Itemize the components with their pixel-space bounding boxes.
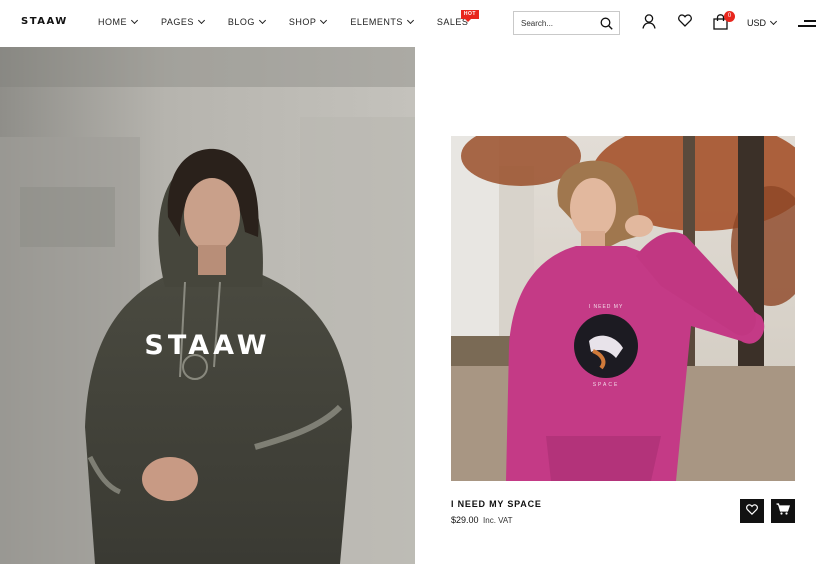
site-logo[interactable]: STAAW	[21, 16, 68, 27]
product-photo: I NEED MY SPACE	[451, 136, 795, 481]
search-input[interactable]	[514, 18, 594, 28]
chevron-down-icon	[769, 17, 778, 26]
product-image[interactable]: I NEED MY SPACE	[451, 136, 795, 481]
hero-image	[0, 47, 415, 564]
nav-label: HOME	[98, 17, 127, 27]
hero-title: STAAW	[144, 330, 271, 361]
hoodie-print-top: I NEED MY	[589, 304, 624, 310]
nav-item-home[interactable]: HOME	[98, 16, 139, 27]
nav-label: BLOG	[227, 17, 255, 27]
nav-label: ELEMENTS	[350, 17, 403, 27]
search-box	[513, 11, 620, 35]
search-icon[interactable]	[600, 17, 613, 35]
cart-icon	[776, 502, 791, 520]
tax-note: Inc. VAT	[483, 516, 513, 525]
hero-banner[interactable]: STAAW	[0, 47, 415, 564]
currency-label: USD	[747, 18, 767, 28]
product-price: $29.00	[451, 515, 479, 525]
nav-item-sales[interactable]: SALES HOT	[437, 10, 479, 27]
nav-item-blog[interactable]: BLOG	[227, 16, 266, 27]
hot-badge: HOT	[460, 10, 479, 22]
chevron-down-icon	[258, 16, 266, 25]
add-to-wishlist-button[interactable]	[740, 499, 764, 523]
nav-label: PAGES	[161, 17, 194, 27]
nav-item-shop[interactable]: SHOP	[288, 16, 328, 27]
currency-selector[interactable]: USD	[747, 17, 778, 28]
product-name[interactable]: I NEED MY SPACE	[451, 499, 542, 509]
hoodie-print-bottom: SPACE	[593, 382, 620, 388]
nav-item-elements[interactable]: ELEMENTS	[350, 16, 414, 27]
user-icon[interactable]	[642, 14, 656, 34]
chevron-down-icon	[197, 16, 205, 25]
cart-count-badge: 0	[724, 11, 735, 22]
add-to-cart-button[interactable]	[771, 499, 795, 523]
chevron-down-icon	[406, 16, 414, 25]
main-nav: HOME PAGES BLOG SHOP ELEMENTS SALES HOT	[98, 10, 492, 27]
chevron-down-icon	[130, 16, 139, 25]
site-header: STAAW HOME PAGES BLOG SHOP ELEMENTS SALE…	[0, 0, 830, 47]
chevron-down-icon	[320, 16, 328, 25]
nav-label: SHOP	[288, 17, 317, 27]
nav-item-pages[interactable]: PAGES	[161, 16, 205, 27]
heart-icon[interactable]	[678, 14, 692, 32]
hamburger-menu-icon[interactable]	[798, 18, 816, 28]
heart-icon	[746, 502, 758, 520]
product-price-line: $29.00 Inc. VAT	[451, 515, 513, 525]
shopping-bag-icon[interactable]: 0	[713, 11, 735, 35]
